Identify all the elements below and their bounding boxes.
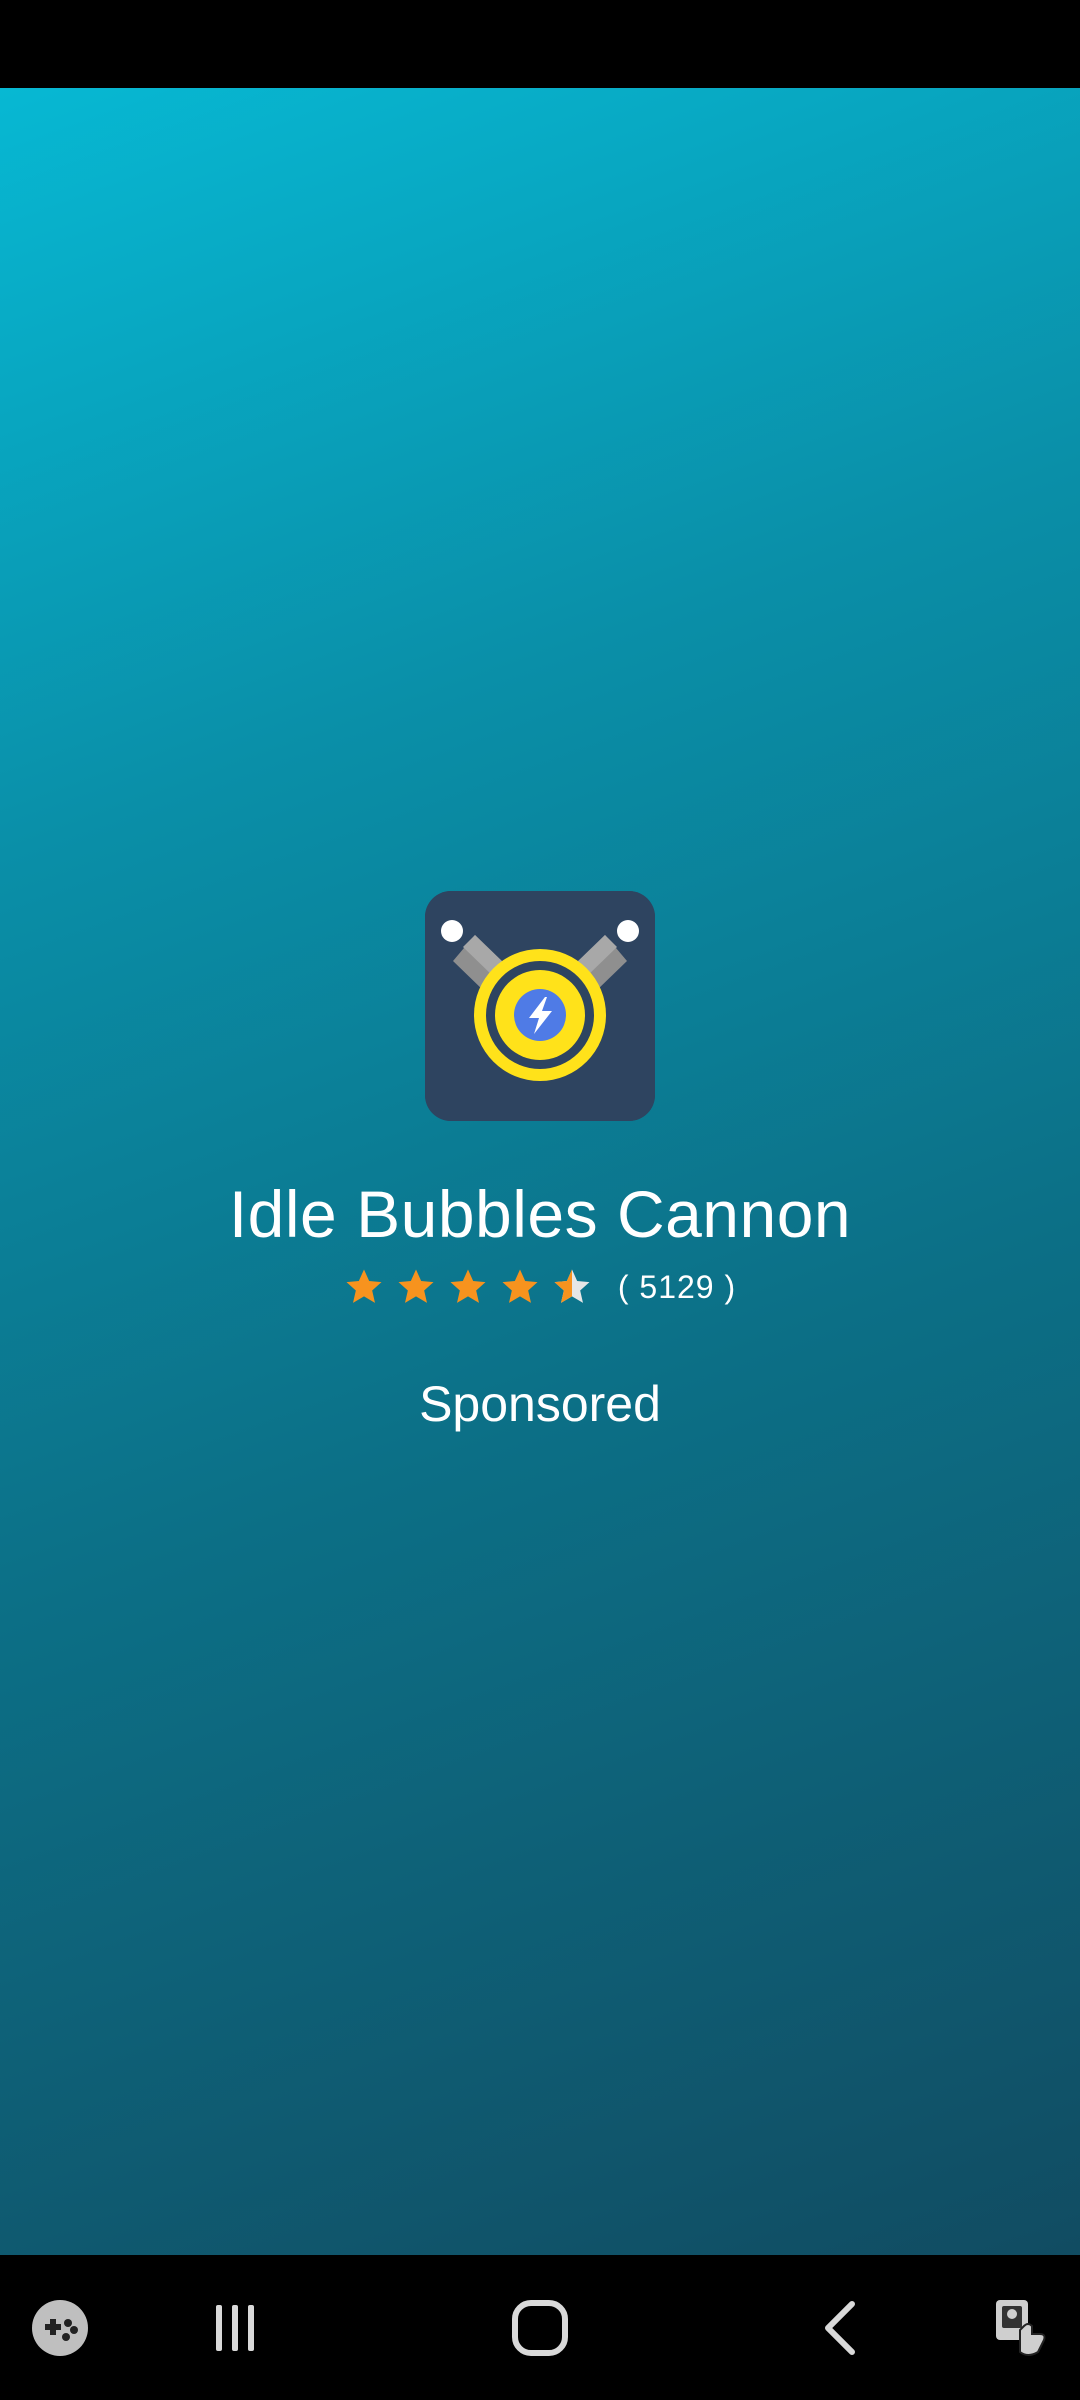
rating-count: ( 5129 ) — [617, 1268, 737, 1305]
rating-row: ( 5129 ) — [0, 1262, 1080, 1312]
half-star-icon — [554, 1269, 590, 1303]
cannon-app-icon[interactable] — [425, 891, 655, 1121]
star-icon — [398, 1269, 434, 1303]
back-icon — [825, 2300, 855, 2355]
star-icon — [450, 1269, 486, 1303]
recent-apps-button[interactable] — [190, 2255, 280, 2400]
home-icon — [512, 2299, 568, 2356]
back-button[interactable] — [800, 2255, 880, 2400]
screen-touch-icon — [996, 2299, 1046, 2356]
star-icon — [346, 1269, 382, 1303]
home-button[interactable] — [490, 2255, 590, 2400]
sponsored-label: Sponsored — [419, 1376, 661, 1432]
screen-touch-button[interactable] — [980, 2255, 1060, 2400]
status-bar — [0, 0, 1080, 88]
recent-apps-icon — [216, 2304, 254, 2351]
app-title[interactable]: Idle Bubbles Cannon — [0, 1172, 1080, 1256]
star-icon — [502, 1269, 538, 1303]
game-launcher-button[interactable] — [20, 2255, 100, 2400]
rating-stars — [344, 1267, 604, 1307]
game-launcher-icon — [32, 2299, 88, 2356]
navigation-bar — [0, 2255, 1080, 2400]
